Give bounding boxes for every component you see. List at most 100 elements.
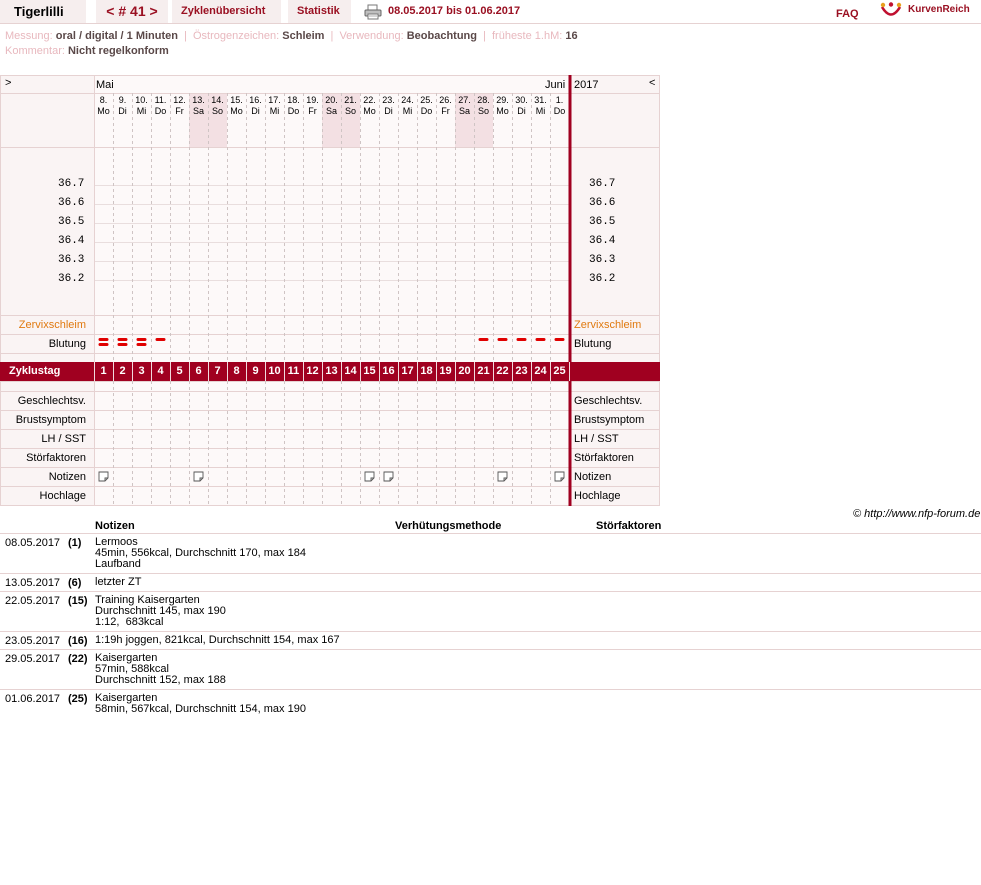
bleeding-mark-heavy	[117, 343, 128, 346]
prev-arrow[interactable]: <	[649, 77, 655, 89]
earliest-value: 16	[565, 30, 578, 42]
day-weekday: Do	[154, 106, 167, 116]
day-date: 1.	[555, 95, 564, 105]
note-icon[interactable]	[364, 471, 375, 482]
day-date: 13.	[192, 95, 205, 105]
bleeding-mark-heavy	[98, 338, 109, 341]
day-date: 9.	[118, 95, 127, 105]
day-header[interactable]: 8. Mo	[94, 95, 113, 117]
day-header[interactable]: 13. Sa	[189, 95, 208, 117]
day-weekday: Mi	[269, 106, 280, 116]
day-date: 21.	[344, 95, 357, 105]
cycle-day-number: 24	[534, 365, 547, 377]
cycle-day-separator	[113, 362, 114, 381]
username: Tigerlilli	[0, 0, 86, 23]
comment-info: Kommentar: Nicht regelkonform	[5, 45, 169, 57]
day-header[interactable]: 15. Mo	[227, 95, 246, 117]
day-header[interactable]: 27. Sa	[455, 95, 474, 117]
next-arrow[interactable]: >	[5, 77, 11, 89]
row-label-intercourse: Geschlechtsv.	[17, 395, 86, 407]
day-header[interactable]: 10. Mi	[132, 95, 151, 117]
cycle-day-separator	[322, 362, 323, 381]
day-weekday: So	[344, 106, 356, 116]
day-date: 17.	[268, 95, 281, 105]
day-header[interactable]: 16. Di	[246, 95, 265, 117]
day-weekday: Do	[553, 106, 566, 116]
day-weekday: Do	[287, 106, 300, 116]
row-label-highphase-right: Hochlage	[574, 490, 621, 502]
row-label-intercourse-right: Geschlechtsv.	[574, 395, 643, 407]
note-text: Kaisergarten 58min, 567kcal, Durchschnitt…	[95, 693, 306, 715]
day-date: 16.	[249, 95, 262, 105]
day-header[interactable]: 24. Mi	[398, 95, 417, 117]
day-header[interactable]: 25. Do	[417, 95, 436, 117]
row-label-breast: Brustsymptom	[15, 414, 86, 426]
day-date: 24.	[401, 95, 414, 105]
day-header[interactable]: 18. Do	[284, 95, 303, 117]
cycle-day-separator	[379, 362, 380, 381]
cycle-day-number: 23	[515, 365, 528, 377]
temperature-label-left: 36.6	[58, 197, 85, 209]
row-label-disturbance-right: Störfaktoren	[574, 452, 634, 464]
day-weekday: Mo	[496, 106, 509, 116]
estrogen-label: Östrogenzeichen:	[192, 30, 280, 42]
note-icon[interactable]	[497, 471, 508, 482]
day-header[interactable]: 9. Di	[113, 95, 132, 117]
day-header[interactable]: 21. So	[341, 95, 360, 117]
day-header[interactable]: 31. Mi	[531, 95, 550, 117]
cycle-day-separator	[265, 362, 266, 381]
cycle-day-number: 20	[458, 365, 471, 377]
comment-value: Nicht regelkonform	[67, 45, 169, 57]
cycle-day-separator	[531, 362, 532, 381]
cycle-day-number: 19	[439, 365, 452, 377]
bleeding-mark-light	[516, 338, 527, 341]
day-weekday: Fr	[175, 106, 184, 116]
bleeding-mark-light	[478, 338, 489, 341]
temperature-label-left: 36.5	[58, 216, 85, 228]
cycle-day-separator	[474, 362, 475, 381]
day-header[interactable]: 30. Di	[512, 95, 531, 117]
cycle-overview-link[interactable]: Zyklenübersicht	[172, 0, 281, 23]
bleeding-mark-light	[497, 338, 508, 341]
day-date: 11.	[154, 95, 167, 105]
note-cycle-day: (25)	[68, 693, 88, 705]
cycle-day-number: 11	[287, 365, 300, 377]
note-text-line: Laufband	[95, 558, 141, 570]
day-header[interactable]: 19. Fr	[303, 95, 322, 117]
note-icon[interactable]	[193, 471, 204, 482]
day-header[interactable]: 23. Di	[379, 95, 398, 117]
printer-icon[interactable]	[364, 4, 382, 20]
note-icon[interactable]	[554, 471, 565, 482]
note-icon[interactable]	[98, 471, 109, 482]
day-weekday: Do	[420, 106, 433, 116]
comment-label: Kommentar:	[5, 45, 65, 57]
bleeding-mark-heavy	[98, 343, 109, 346]
temperature-label-left: 36.4	[58, 235, 85, 247]
statistics-link[interactable]: Statistik	[288, 0, 351, 23]
faq-link[interactable]: FAQ	[836, 3, 859, 26]
estrogen-value: Schleim	[282, 30, 325, 42]
day-header[interactable]: 26. Fr	[436, 95, 455, 117]
bleeding-mark-light	[554, 338, 565, 341]
day-header[interactable]: 22. Mo	[360, 95, 379, 117]
day-header[interactable]: 12. Fr	[170, 95, 189, 117]
note-date: 23.05.2017	[5, 635, 61, 647]
day-header[interactable]: 20. Sa	[322, 95, 341, 117]
note-row: 23.05.2017 (16) 1:19h joggen, 821kcal, Dur…	[0, 631, 981, 649]
temperature-label-right: 36.6	[589, 197, 616, 209]
day-header[interactable]: 14. So	[208, 95, 227, 117]
day-header[interactable]: 29. Mo	[493, 95, 512, 117]
cycle-selector[interactable]: < # 41 >	[96, 0, 168, 23]
temperature-label-right: 36.2	[589, 273, 616, 285]
row-label-lh-right: LH / SST	[574, 433, 619, 445]
day-date: 18.	[287, 95, 300, 105]
day-header[interactable]: 28. So	[474, 95, 493, 117]
day-header[interactable]: 17. Mi	[265, 95, 284, 117]
cycle-chart: > < Mai Juni 2017 Zervixschleim Zervixsc…	[0, 75, 660, 506]
cycle-day-separator	[436, 362, 437, 381]
day-header[interactable]: 11. Do	[151, 95, 170, 117]
day-header[interactable]: 1. Do	[550, 95, 569, 117]
note-cycle-day: (22)	[68, 653, 88, 665]
cycle-day-number: 21	[477, 365, 490, 377]
note-icon[interactable]	[383, 471, 394, 482]
